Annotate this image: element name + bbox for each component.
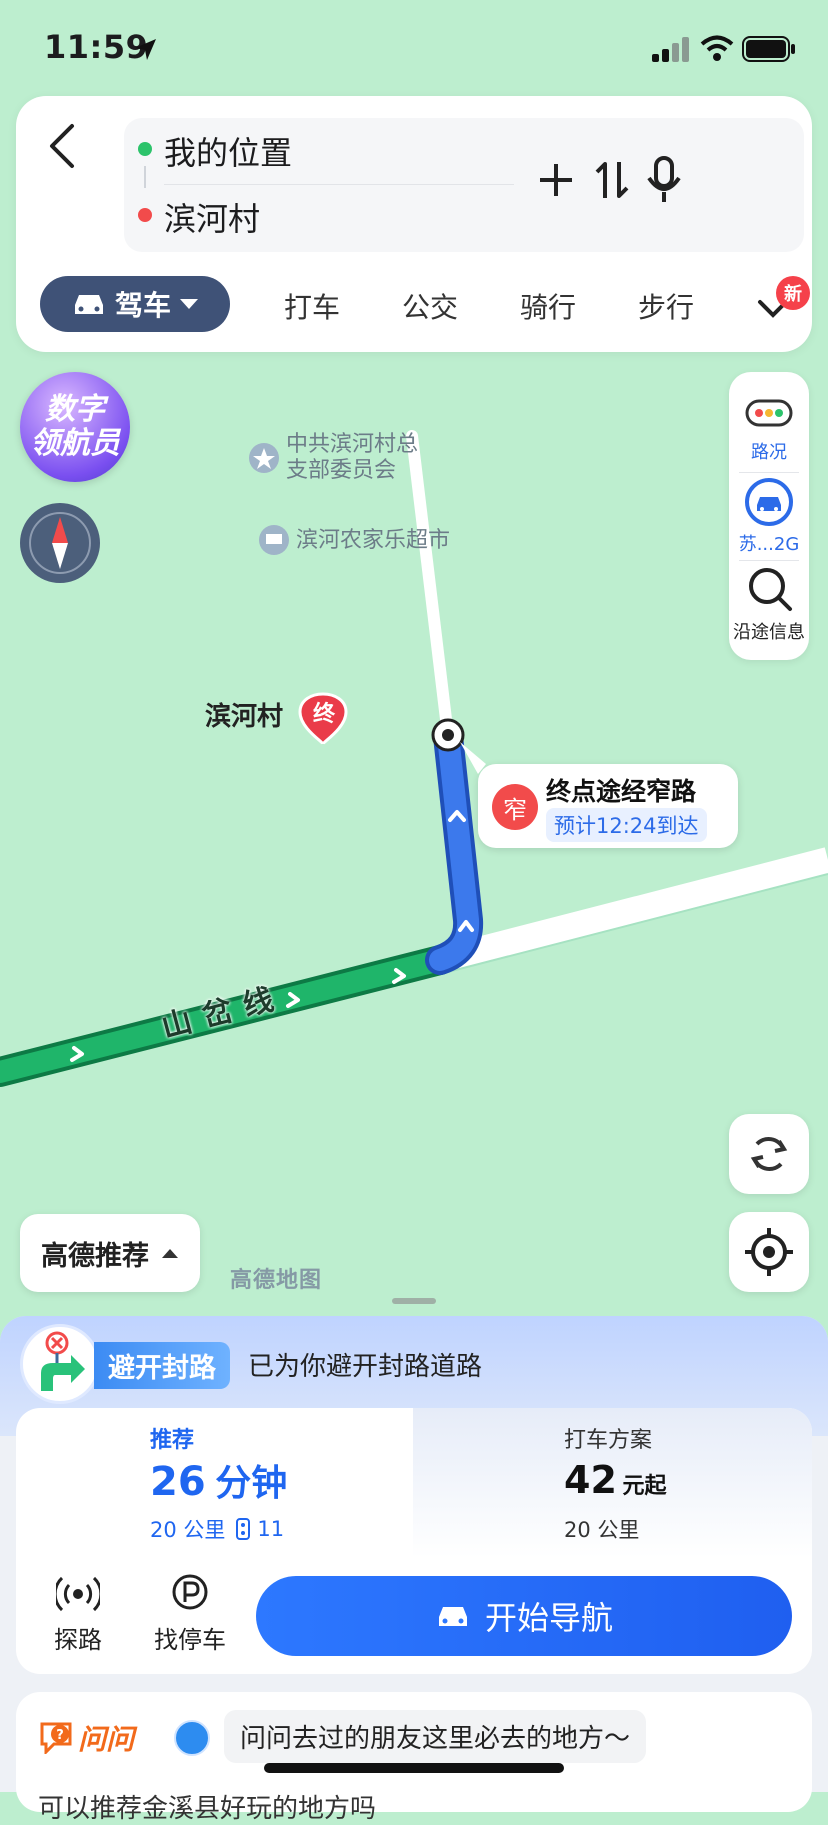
parking-icon: [172, 1574, 208, 1610]
duration-unit: 分钟: [215, 1463, 288, 1504]
detour-sign-icon: [41, 1331, 85, 1391]
taxi-price: 42 元起: [564, 1458, 666, 1502]
road-closure-avatar: [20, 1324, 100, 1404]
taxi-distance: 20 公里: [564, 1518, 640, 1542]
ask-next-line: 可以推荐金溪县好玩的地方吗: [38, 1794, 377, 1824]
car-icon: [438, 1607, 467, 1626]
locate-icon: [745, 1228, 793, 1276]
duration-number: 26: [150, 1459, 206, 1505]
mode-tab-transit[interactable]: 公交: [402, 286, 458, 326]
swap-icon[interactable]: [592, 158, 632, 202]
digital-navigator-line1: 数字: [45, 392, 105, 427]
explore-label: 探路: [54, 1626, 102, 1654]
svg-text:?: ?: [56, 1728, 64, 1743]
ask-avatar: [174, 1720, 210, 1756]
caret-down-icon: [180, 299, 198, 309]
callout-title: 终点途经窄路: [546, 777, 697, 806]
traffic-label: 路况: [751, 442, 787, 463]
add-waypoint-icon[interactable]: [536, 160, 576, 200]
traffic-light-count: 11: [257, 1517, 285, 1541]
wifi-icon: [700, 35, 734, 61]
taxi-price-number: 42: [564, 1458, 617, 1502]
traffic-light-icon: [745, 399, 793, 427]
map-watermark: 高德地图: [230, 1268, 323, 1293]
callout-pointer: [460, 742, 486, 774]
signal-icon: [652, 37, 689, 62]
ask-prompt[interactable]: 问问去过的朋友这里必去的地方～: [224, 1710, 647, 1763]
route-options-card: 推荐 26 分钟 20 公里 11 打车方案 42 元起 20 公里 探路 找停…: [16, 1408, 812, 1674]
mode-tab-drive-label: 驾车: [114, 289, 171, 322]
recommend-distance: 20 公里: [150, 1518, 226, 1542]
car-icon: [745, 478, 793, 526]
destination-label[interactable]: 滨河村: [205, 696, 283, 733]
recommend-meta: 20 公里 11: [150, 1514, 284, 1544]
connector-line: [144, 166, 146, 188]
route-preference-button[interactable]: 高德推荐: [20, 1214, 200, 1292]
avoid-road-tag: 避开封路: [94, 1342, 230, 1389]
route-input-box: 我的位置 滨河村: [124, 118, 804, 252]
home-indicator: [264, 1763, 564, 1773]
poi-market-label[interactable]: 滨河农家乐超市: [296, 528, 450, 554]
recommend-label: 推荐: [150, 1428, 195, 1453]
route-search-card: 我的位置 滨河村 驾车 打车 公交 骑行 步行 新: [16, 96, 812, 352]
poi-committee-label[interactable]: 中共滨河村总 支部委员会: [286, 432, 418, 484]
mode-tab-drive[interactable]: 驾车: [40, 276, 230, 332]
ask-card: ? 问问 问问去过的朋友这里必去的地方～ 可以推荐金溪县好玩的地方吗: [16, 1692, 812, 1824]
taxi-price-unit: 元起: [622, 1474, 667, 1499]
find-parking-button[interactable]: 找停车: [140, 1568, 240, 1660]
mode-tab-walk[interactable]: 步行: [638, 286, 694, 326]
along-info-label: 沿途信息: [733, 622, 805, 643]
panel-divider: [739, 560, 799, 561]
route-preference-label: 高德推荐: [41, 1240, 149, 1272]
ask-brand: 问问: [78, 1723, 135, 1756]
car-icon: [74, 295, 103, 314]
origin-field[interactable]: 我的位置: [164, 128, 292, 174]
end-marker-text: 终: [312, 702, 335, 727]
mode-tab-ride[interactable]: 骑行: [520, 286, 576, 326]
explore-button[interactable]: 探路: [38, 1568, 118, 1660]
sheet-grabber[interactable]: [392, 1298, 436, 1304]
compass-button[interactable]: [20, 503, 100, 583]
traffic-toggle[interactable]: 路况: [729, 388, 809, 468]
panel-divider: [739, 472, 799, 473]
avoid-road-text: 已为你避开封路道路: [248, 1352, 483, 1382]
mode-tab-taxi[interactable]: 打车: [284, 286, 340, 326]
ask-bubble-icon: ?: [40, 1722, 72, 1754]
field-divider: [164, 184, 514, 185]
locate-button[interactable]: [729, 1212, 809, 1292]
new-badge: 新: [776, 276, 810, 310]
refresh-route-button[interactable]: [729, 1114, 809, 1194]
digital-navigator-badge[interactable]: 数字 领航员: [20, 372, 130, 482]
traffic-light-count-icon: [236, 1518, 251, 1540]
compass-icon: [29, 512, 91, 574]
narrow-badge: 窄: [492, 784, 538, 830]
radar-icon: [56, 1576, 100, 1612]
find-parking-label: 找停车: [154, 1626, 226, 1654]
recommend-duration: 26 分钟: [150, 1454, 287, 1506]
poi-market-pin: [259, 525, 289, 555]
digital-navigator-line2: 领航员: [30, 426, 120, 461]
location-arrow-icon: [135, 39, 156, 60]
taxi-label: 打车方案: [564, 1428, 653, 1453]
destination-dot: [138, 208, 152, 222]
caret-up-icon: [162, 1249, 178, 1258]
search-icon: [749, 568, 792, 611]
plate-button[interactable]: 苏...2G: [729, 476, 809, 556]
along-info-button[interactable]: 沿途信息: [729, 566, 809, 656]
origin-dot: [138, 142, 152, 156]
plate-label: 苏...2G: [738, 534, 800, 555]
back-arrow-icon[interactable]: [44, 120, 80, 172]
callout-eta: 预计12:24到达: [546, 808, 707, 842]
refresh-icon: [750, 1137, 788, 1171]
destination-field[interactable]: 滨河村: [164, 194, 260, 240]
poi-committee-pin: [249, 443, 279, 473]
right-tool-panel: 路况 苏...2G 沿途信息: [729, 372, 809, 660]
narrow-road-callout[interactable]: 窄 终点途经窄路 预计12:24到达: [478, 764, 738, 848]
microphone-icon[interactable]: [644, 156, 684, 204]
start-navigation-label: 开始导航: [484, 1599, 613, 1637]
start-navigation-button[interactable]: 开始导航: [256, 1576, 792, 1656]
route-bottom-sheet: 避开封路 已为你避开封路道路 推荐 26 分钟 20 公里 11 打车方案 42…: [0, 1316, 828, 1824]
battery-icon: [742, 36, 795, 62]
